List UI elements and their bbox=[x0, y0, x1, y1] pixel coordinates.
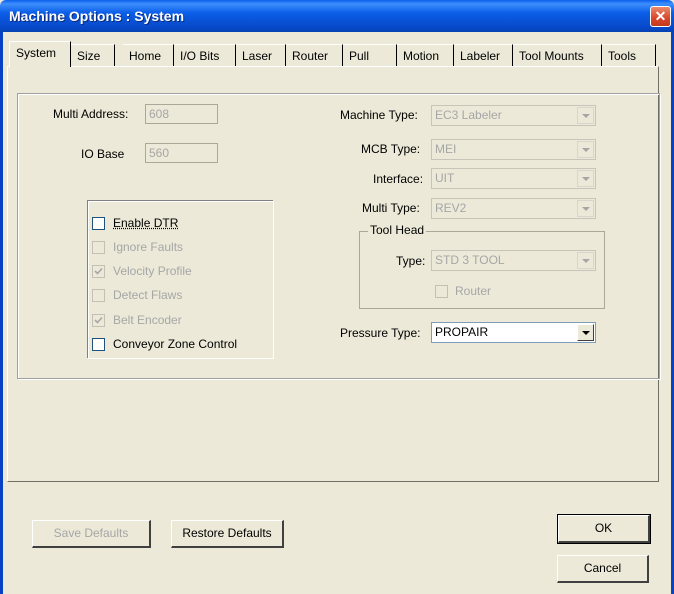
close-icon: ✕ bbox=[654, 8, 667, 24]
save-defaults-button[interactable]: Save Defaults bbox=[32, 520, 151, 548]
dropdown-arrow-icon[interactable] bbox=[577, 107, 594, 124]
belt-encoder-checkbox[interactable] bbox=[92, 314, 105, 327]
detect-flaws-label: Detect Flaws bbox=[113, 288, 183, 302]
ignore-faults-label: Ignore Faults bbox=[113, 240, 184, 254]
tab-laser[interactable]: Laser bbox=[236, 44, 286, 66]
dropdown-arrow-icon[interactable] bbox=[577, 200, 594, 217]
dropdown-arrow-icon[interactable] bbox=[577, 324, 594, 341]
interface-combo[interactable]: UIT bbox=[431, 168, 596, 189]
multi-type-value: REV2 bbox=[435, 201, 467, 215]
ignore-faults-checkbox[interactable] bbox=[92, 241, 105, 254]
tab-label: I/O Bits bbox=[180, 49, 220, 63]
tab-label: Laser bbox=[242, 49, 273, 63]
window-border-left bbox=[0, 32, 3, 594]
tab-home[interactable]: Home bbox=[123, 44, 174, 66]
checkmark-icon bbox=[94, 267, 103, 275]
enable-dtr-label[interactable]: Enable DTR bbox=[113, 216, 178, 230]
window-title: Machine Options : System bbox=[9, 8, 185, 24]
tab-label: Size bbox=[77, 49, 101, 63]
multi-type-label: Multi Type: bbox=[362, 201, 420, 215]
mcb-type-combo[interactable]: MEI bbox=[431, 139, 596, 160]
pressure-type-value: PROPAIR bbox=[435, 325, 489, 339]
machine-type-label: Machine Type: bbox=[340, 108, 418, 122]
tool-type-label: Type: bbox=[396, 254, 426, 268]
belt-encoder-label: Belt Encoder bbox=[113, 313, 182, 327]
io-base-field[interactable]: 560 bbox=[145, 143, 218, 163]
tab-label: Tool Mounts bbox=[519, 49, 584, 63]
tab-label: System bbox=[16, 46, 57, 60]
tab-pull[interactable]: Pull bbox=[343, 44, 397, 66]
tab-label: Router bbox=[292, 49, 329, 63]
restore-defaults-button[interactable]: Restore Defaults bbox=[171, 520, 284, 548]
tab-system[interactable]: System bbox=[9, 41, 71, 67]
pressure-type-label: Pressure Type: bbox=[340, 326, 421, 340]
cancel-button[interactable]: Cancel bbox=[557, 555, 649, 583]
tab-router[interactable]: Router bbox=[286, 44, 343, 66]
interface-label: Interface: bbox=[373, 172, 424, 186]
tab-tools[interactable]: Tools bbox=[602, 44, 656, 66]
mcb-type-value: MEI bbox=[435, 142, 457, 156]
conveyor-zone-control-label: Conveyor Zone Control bbox=[113, 337, 238, 351]
router-checkbox[interactable] bbox=[435, 285, 448, 298]
tab-tool-mounts[interactable]: Tool Mounts bbox=[513, 44, 602, 66]
io-base-label: IO Base bbox=[81, 147, 125, 161]
multi-address-field[interactable]: 608 bbox=[145, 104, 218, 124]
pressure-type-combo[interactable]: PROPAIR bbox=[431, 322, 596, 343]
detect-flaws-checkbox[interactable] bbox=[92, 289, 105, 302]
dropdown-arrow-icon[interactable] bbox=[577, 141, 594, 158]
checkmark-icon bbox=[94, 316, 103, 324]
tab-label: Home bbox=[129, 49, 162, 63]
tab-labeler[interactable]: Labeler bbox=[454, 44, 513, 66]
tab-label: Pull bbox=[349, 49, 370, 63]
title-bar[interactable]: Machine Options : System ✕ bbox=[0, 0, 674, 32]
tool-head-legend: Tool Head bbox=[368, 223, 427, 237]
router-label: Router bbox=[455, 284, 492, 298]
multi-address-label: Multi Address: bbox=[53, 107, 129, 121]
tab-label: Motion bbox=[403, 49, 440, 63]
conveyor-zone-control-checkbox[interactable] bbox=[92, 338, 105, 351]
velocity-profile-checkbox[interactable] bbox=[92, 265, 105, 278]
dropdown-arrow-icon[interactable] bbox=[577, 252, 594, 269]
multi-type-combo[interactable]: REV2 bbox=[431, 198, 596, 219]
ok-button[interactable]: OK bbox=[557, 514, 651, 544]
dialog-window: Machine Options : System ✕ System Size H… bbox=[0, 0, 674, 594]
close-button[interactable]: ✕ bbox=[650, 6, 671, 27]
interface-value: UIT bbox=[435, 171, 455, 185]
tab-label: Labeler bbox=[460, 49, 501, 63]
enable-dtr-checkbox[interactable] bbox=[92, 217, 105, 230]
mcb-type-label: MCB Type: bbox=[361, 142, 421, 156]
tool-type-value: STD 3 TOOL bbox=[435, 253, 505, 267]
tab-io-bits[interactable]: I/O Bits bbox=[174, 44, 236, 66]
dropdown-arrow-icon[interactable] bbox=[577, 170, 594, 187]
tool-type-combo[interactable]: STD 3 TOOL bbox=[431, 250, 596, 271]
tab-label: Tools bbox=[608, 49, 637, 63]
tab-size[interactable]: Size bbox=[71, 44, 115, 66]
machine-type-value: EC3 Labeler bbox=[435, 108, 502, 122]
velocity-profile-label: Velocity Profile bbox=[113, 264, 192, 278]
tab-motion[interactable]: Motion bbox=[397, 44, 454, 66]
machine-type-combo[interactable]: EC3 Labeler bbox=[431, 105, 596, 126]
